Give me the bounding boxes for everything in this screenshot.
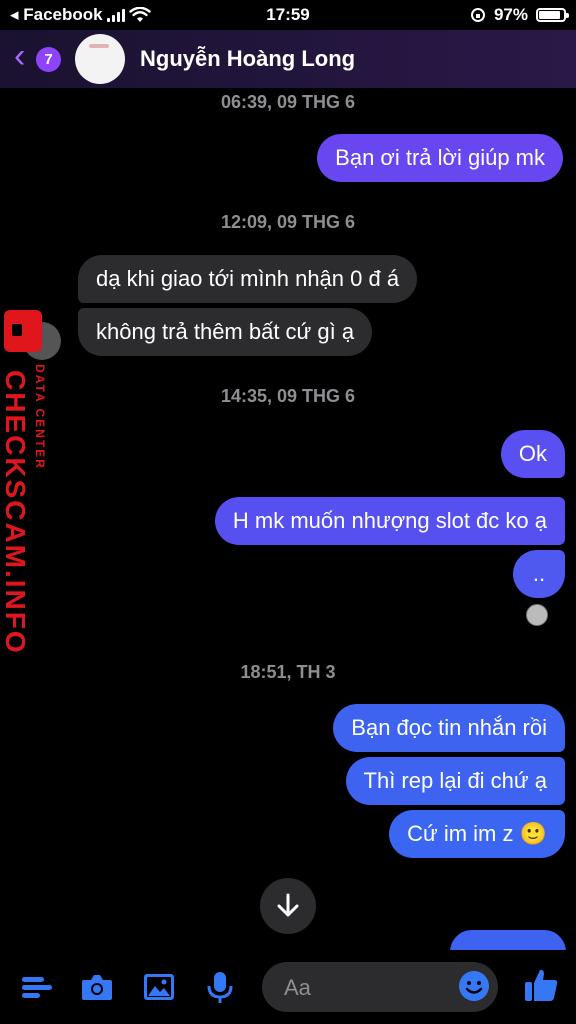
- image-icon[interactable]: [142, 970, 176, 1004]
- thumbs-up-icon[interactable]: [522, 966, 560, 1004]
- timestamp: 14:35, 09 THG 6: [220, 386, 356, 406]
- message-out[interactable]: Bạn đọc tin nhắn rồi: [333, 704, 565, 752]
- message-out[interactable]: Cứ im im z 🙂: [389, 810, 565, 858]
- battery-icon: [536, 8, 569, 22]
- watermark-sub: DATA CENTER: [33, 364, 47, 470]
- menu-icon[interactable]: [20, 970, 54, 1004]
- message-in[interactable]: dạ khi giao tới mình nhận 0 đ á: [78, 255, 418, 303]
- scroll-to-bottom-button[interactable]: [260, 878, 316, 934]
- composer-bar: Aa: [0, 950, 576, 1024]
- watermark-main: CHECKSCAM.INFO: [0, 370, 31, 655]
- contact-name[interactable]: Nguyễn Hoàng Long: [140, 46, 355, 72]
- message-out[interactable]: ..: [513, 550, 565, 598]
- timestamp: 18:51, TH 3: [240, 662, 336, 682]
- watermark-lock-icon: [4, 310, 42, 352]
- contact-avatar[interactable]: [75, 34, 125, 84]
- chat-header: ‹ 7 Nguyễn Hoàng Long: [0, 30, 576, 88]
- message-input-placeholder: Aa: [284, 975, 311, 1000]
- arrow-down-icon: [277, 893, 299, 917]
- back-unread-badge[interactable]: 7: [36, 47, 61, 72]
- status-right: 97%: [470, 5, 569, 25]
- message-in[interactable]: không trả thêm bất cứ gì ạ: [78, 308, 373, 356]
- status-bar: ◂ Facebook 17:59 97%: [0, 0, 576, 30]
- timestamp: 06:39, 09 THG 6: [220, 92, 356, 112]
- message-input[interactable]: Aa: [262, 962, 498, 1012]
- message-out[interactable]: Ok: [500, 430, 565, 478]
- battery-percent: 97%: [493, 5, 528, 24]
- back-chevron-icon[interactable]: ‹: [14, 39, 36, 73]
- message-out[interactable]: Thì rep lại đi chứ ạ: [345, 757, 565, 805]
- rotation-lock-icon: [470, 8, 485, 22]
- message-out[interactable]: Bạn ơi trả lời giúp mk: [317, 134, 563, 182]
- microphone-icon[interactable]: [203, 970, 237, 1004]
- emoji-icon[interactable]: [458, 970, 490, 1002]
- timestamp: 12:09, 09 THG 6: [220, 212, 356, 232]
- read-receipt-avatar: [526, 604, 548, 626]
- message-out[interactable]: H mk muốn nhượng slot đc ko ạ: [214, 497, 565, 545]
- camera-icon[interactable]: [80, 970, 114, 1004]
